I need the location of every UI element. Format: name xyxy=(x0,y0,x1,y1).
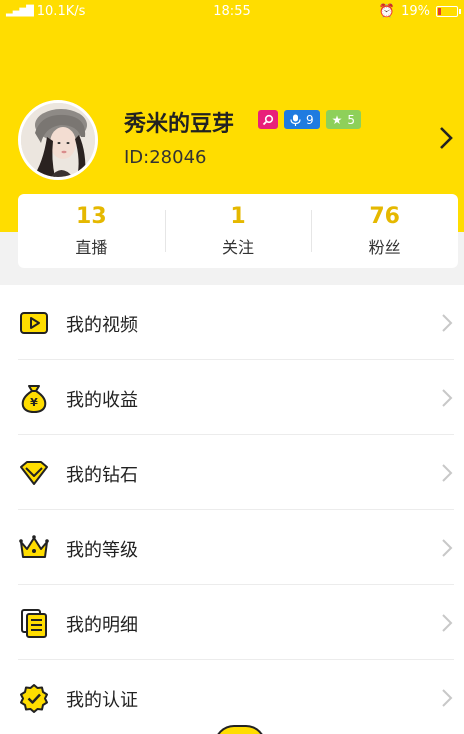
menu-item-label: 我的收益 xyxy=(66,390,138,411)
badge-anchor-level: 9 xyxy=(284,110,320,129)
mic-icon xyxy=(290,114,301,126)
avatar[interactable] xyxy=(18,100,98,180)
status-bar: ▂▄▆█ 10.1K/s 18:55 ⏰ 19% xyxy=(0,0,464,24)
star-icon: ★ xyxy=(331,112,343,127)
stat-following-label: 关注 xyxy=(222,238,255,257)
menu-item-details[interactable]: 我的明细 xyxy=(0,585,464,660)
svg-text:¥: ¥ xyxy=(30,396,38,409)
menu-item-label: 我的认证 xyxy=(66,690,138,711)
chevron-right-icon xyxy=(442,689,453,707)
crown-icon xyxy=(19,535,49,558)
user-id: ID:28046 xyxy=(124,147,207,168)
video-icon xyxy=(20,312,48,334)
anchor-level-value: 9 xyxy=(306,112,314,127)
search-icon xyxy=(262,114,274,125)
verified-badge-icon xyxy=(20,684,48,713)
chevron-right-icon xyxy=(442,614,453,632)
menu-item-diamonds[interactable]: 我的钻石 xyxy=(0,435,464,510)
badge-user-level: ★ 5 xyxy=(325,110,362,129)
chevron-right-icon xyxy=(442,539,453,557)
alarm-icon: ⏰ xyxy=(378,4,396,19)
badge-search xyxy=(258,110,278,129)
stat-following-count: 1 xyxy=(230,204,246,229)
stat-fans-count: 76 xyxy=(369,204,400,229)
menu-item-label: 我的明细 xyxy=(66,615,138,636)
menu-item-label: 我的视频 xyxy=(66,315,138,336)
money-bag-icon: ¥ xyxy=(21,385,47,413)
menu-item-label: 我的等级 xyxy=(66,540,138,561)
battery-percent: 19% xyxy=(401,4,430,19)
stat-live-count: 13 xyxy=(76,204,107,229)
username: 秀米的豆芽 xyxy=(124,112,235,137)
battery-icon xyxy=(436,6,461,17)
diamond-icon xyxy=(20,461,48,485)
chevron-right-icon xyxy=(442,464,453,482)
menu-item-earnings[interactable]: ¥ 我的收益 xyxy=(0,360,464,435)
menu-item-label: 我的钻石 xyxy=(66,465,138,486)
stat-fans[interactable]: 76 粉丝 xyxy=(311,194,458,268)
stats-card: 13 直播 1 关注 76 粉丝 xyxy=(18,194,458,268)
stat-following[interactable]: 1 关注 xyxy=(164,194,312,268)
document-list-icon xyxy=(21,609,47,638)
stat-fans-label: 粉丝 xyxy=(368,238,401,257)
stat-live[interactable]: 13 直播 xyxy=(18,194,165,268)
menu-item-video[interactable]: 我的视频 xyxy=(0,285,464,360)
chevron-right-icon xyxy=(442,389,453,407)
menu-item-level[interactable]: 我的等级 xyxy=(0,510,464,585)
stat-live-label: 直播 xyxy=(75,238,108,257)
user-badges: 9 ★ 5 xyxy=(258,110,362,129)
user-level-value: 5 xyxy=(347,112,356,127)
chevron-right-icon xyxy=(442,314,453,332)
chevron-right-icon[interactable] xyxy=(436,124,456,152)
menu-item-verification[interactable]: 我的认证 xyxy=(0,660,464,734)
menu-list: 我的视频 ¥ 我的收益 我的钻石 我的等级 我的明细 我的认证 xyxy=(0,285,464,734)
